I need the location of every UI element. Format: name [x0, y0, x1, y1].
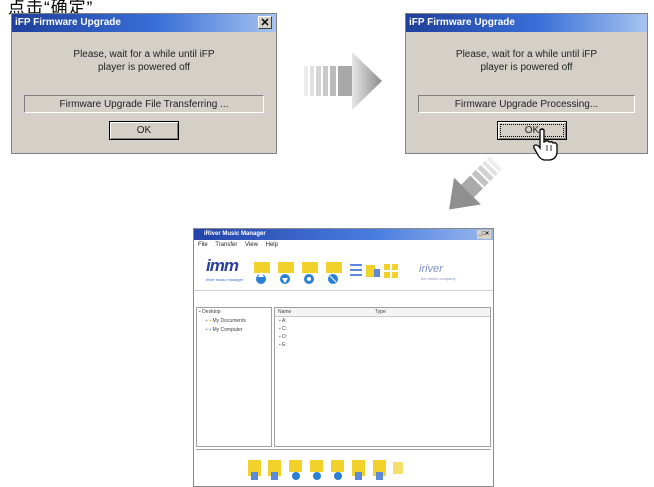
status-field: Firmware Upgrade File Transferring ...	[24, 95, 264, 113]
device-pane	[196, 449, 491, 486]
menu-file[interactable]: File	[198, 242, 208, 248]
dialog-title: iFP Firmware Upgrade	[15, 17, 121, 28]
dialog-message: Please, wait for a while until iFP playe…	[406, 48, 647, 74]
menu-view[interactable]: View	[245, 242, 258, 248]
list-icon[interactable]	[350, 263, 362, 279]
dialog-title: iFP Firmware Upgrade	[409, 17, 515, 28]
device-action-icon[interactable]	[309, 458, 325, 482]
format-icon[interactable]	[366, 263, 380, 279]
toolbar: imm iriver music manager iriver the musi…	[194, 250, 493, 291]
folder-tree: ▪ Desktop + ▪ My Documents + ▪ My Comput…	[196, 307, 272, 447]
device-action-icon[interactable]	[351, 458, 367, 482]
device-action-icon[interactable]	[288, 458, 304, 482]
app-titlebar: iRiver Music Manager _□×	[194, 229, 493, 240]
hand-pointer-icon	[533, 128, 558, 161]
menu-transfer[interactable]: Transfer	[215, 242, 237, 248]
folder-icon: ▪	[199, 309, 201, 315]
tree-item-my-computer[interactable]: + ▪ My Computer	[197, 326, 271, 335]
app-title: iRiver Music Manager	[204, 231, 266, 237]
message-line-1: Please, wait for a while until iFP	[455, 49, 598, 60]
drive-icon: ▪	[279, 318, 281, 324]
device-action-icon[interactable]	[267, 458, 283, 482]
device-action-icon[interactable]	[330, 458, 346, 482]
download-icon[interactable]	[276, 259, 296, 285]
dialog-titlebar: iFP Firmware Upgrade ✕	[12, 14, 276, 32]
tree-item-my-documents[interactable]: + ▪ My Documents	[197, 317, 271, 326]
list-item[interactable]: ▪ A:	[275, 317, 490, 325]
device-action-icon[interactable]	[372, 458, 388, 482]
brand-subtitle: the music company	[421, 276, 456, 281]
upload-icon[interactable]	[252, 259, 272, 285]
device-action-icon[interactable]	[392, 458, 408, 482]
expand-icon: +	[205, 318, 208, 324]
file-list: Name Type ▪ A: ▪ C: ▪ D: ▪ E:	[274, 307, 491, 447]
list-item[interactable]: ▪ E:	[275, 341, 490, 349]
window-controls[interactable]: _□×	[476, 230, 491, 239]
tree-item-desktop[interactable]: ▪ Desktop	[197, 308, 271, 317]
drive-icon: ▪	[279, 342, 281, 348]
delete-icon[interactable]	[324, 259, 344, 285]
logo-subtitle: iriver music manager	[206, 277, 244, 282]
list-item[interactable]: ▪ D:	[275, 333, 490, 341]
message-line-2: player is powered off	[97, 62, 191, 73]
dialog-message: Please, wait for a while until iFP playe…	[12, 48, 276, 74]
computer-icon: ▪	[209, 327, 212, 333]
status-field: Firmware Upgrade Processing...	[418, 95, 635, 113]
message-line-2: player is powered off	[480, 62, 573, 73]
firmware-dialog-transferring: iFP Firmware Upgrade ✕ Please, wait for …	[11, 13, 277, 154]
drive-icon: ▪	[279, 326, 281, 332]
folder-icon: ▪	[209, 318, 212, 324]
settings-icon[interactable]	[384, 263, 398, 279]
arrow-down-left-icon	[449, 156, 503, 210]
ok-button-label: OK	[136, 125, 152, 136]
drive-icon: ▪	[279, 334, 281, 340]
dialog-titlebar: iFP Firmware Upgrade	[406, 14, 647, 32]
column-type[interactable]: Type	[375, 309, 386, 315]
menu-bar: File Transfer View Help	[194, 240, 493, 250]
iriver-brand-logo: iriver	[419, 263, 443, 275]
ok-button[interactable]: OK	[109, 121, 179, 140]
expand-icon: +	[205, 327, 208, 333]
sync-icon[interactable]	[300, 259, 320, 285]
list-header: Name Type	[275, 308, 490, 317]
device-action-icon[interactable]	[247, 458, 263, 482]
firmware-dialog-processing: iFP Firmware Upgrade Please, wait for a …	[405, 13, 648, 154]
menu-help[interactable]: Help	[266, 242, 278, 248]
column-name[interactable]: Name	[278, 309, 291, 315]
arrow-right-icon	[304, 52, 382, 110]
close-button[interactable]: ✕	[258, 16, 272, 29]
message-line-1: Please, wait for a while until iFP	[73, 49, 215, 60]
imm-logo: imm	[206, 256, 239, 275]
music-manager-window: iRiver Music Manager _□× File Transfer V…	[193, 228, 494, 487]
list-item[interactable]: ▪ C:	[275, 325, 490, 333]
